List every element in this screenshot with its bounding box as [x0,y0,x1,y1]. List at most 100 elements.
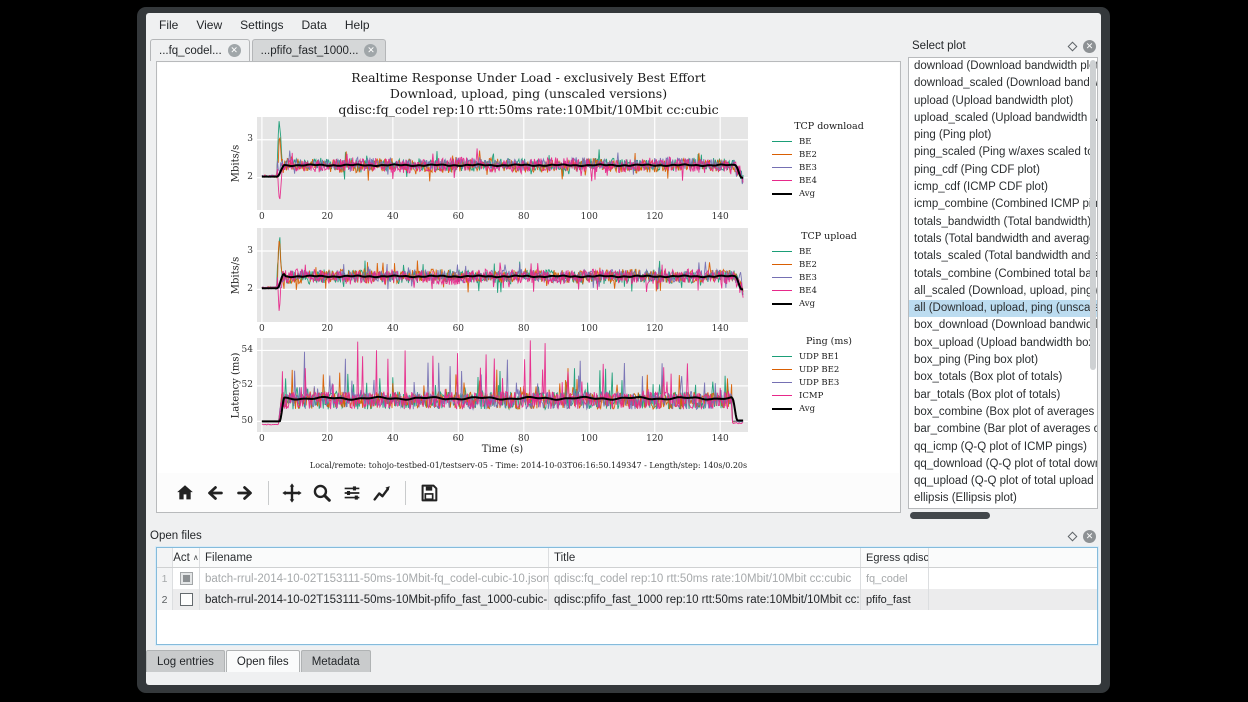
save-button[interactable] [414,478,444,508]
home-icon [174,482,196,504]
x-tick-label: 60 [445,324,471,334]
open-files-table: Act ∧ Filename Title Egress qdisc 1batch… [156,547,1098,645]
legend-entry-avg: Avg [758,297,900,310]
column-header-act[interactable]: Act ∧ [173,548,200,567]
plot-list-item-9[interactable]: totals_bandwidth (Total bandwidth) [909,214,1097,231]
legend-label: BE3 [799,273,817,283]
document-tab-0[interactable]: ...fq_codel...✕ [150,39,250,61]
x-tick-label: 60 [445,212,471,222]
legend-tcp-upload: TCP uploadBEBE2BE3BE4Avg [758,231,900,310]
legend-label: ICMP [799,391,823,401]
zoom-button[interactable] [307,478,337,508]
empty-cell [929,589,1097,610]
egress-qdisc-cell: fq_codel [861,568,929,589]
plot-list-item-15[interactable]: box_download (Download bandwidth box plo… [909,317,1097,334]
close-dock-icon-2[interactable]: ✕ [1083,530,1096,543]
legend-title: Ping (ms) [758,336,900,347]
x-tick-label: 100 [576,434,602,444]
plot-list-item-12[interactable]: totals_combine (Combined total bandwidth… [909,266,1097,283]
axes-tcp-upload[interactable]: 02040608010012014023 [257,228,748,322]
document-tab-label: ...pfifo_fast_1000... [261,45,359,57]
legend-entry-avg: Avg [758,402,900,415]
egress-qdisc-cell: pfifo_fast [861,589,929,610]
menu-item-help[interactable]: Help [336,14,379,36]
close-dock-icon[interactable]: ✕ [1083,40,1096,53]
axes-ping[interactable]: 020406080100120140505254 [257,338,748,432]
figure-subtitle: Download, upload, ping (unscaled version… [158,86,899,101]
plot-list-item-1[interactable]: download_scaled (Download bandwidth w/ax… [909,75,1097,92]
column-header-filename[interactable]: Filename [200,548,549,567]
plot-list-item-0[interactable]: download (Download bandwidth plot) [909,58,1097,75]
bottom-tab-open-files[interactable]: Open files [226,650,300,672]
pan-button[interactable] [277,478,307,508]
plot-list-item-8[interactable]: icmp_combine (Combined ICMP ping plot) [909,196,1097,213]
plot-list-item-18[interactable]: box_totals (Box plot of totals) [909,369,1097,386]
open-files-dock-header: Open files ✕ [150,527,1098,545]
plot-list-item-19[interactable]: bar_totals (Box plot of totals) [909,387,1097,404]
open-files-title: Open files [150,530,202,542]
column-header-empty [929,548,1097,567]
legend-tcp-download: TCP downloadBEBE2BE3BE4Avg [758,121,900,200]
edit-parameters-button[interactable] [367,478,397,508]
legend-label: Avg [799,404,815,414]
document-tab-1[interactable]: ...pfifo_fast_1000... ✕ [252,39,387,61]
bottom-tab-log-entries[interactable]: Log entries [146,650,225,672]
plot-list-item-20[interactable]: box_combine (Box plot of averages of sev… [909,404,1097,421]
plot-list-item-2[interactable]: upload (Upload bandwidth plot) [909,93,1097,110]
legend-entry-be2: BE2 [758,258,900,271]
menu-item-file[interactable]: File [150,14,187,36]
configure-subplots-button[interactable] [337,478,367,508]
forward-icon [234,482,256,504]
legend-title: TCP upload [758,231,900,242]
bottom-tab-metadata[interactable]: Metadata [301,650,371,672]
axes-tcp-download[interactable]: 02040608010012014023 [257,117,748,210]
column-header-title[interactable]: Title [549,548,861,567]
filename-cell: batch-rrul-2014-10-02T153111-50ms-10Mbit… [200,589,549,610]
menu-item-data[interactable]: Data [293,14,336,36]
home-button[interactable] [170,478,200,508]
plot-list-item-11[interactable]: totals_scaled (Total bandwidth and avera… [909,248,1097,265]
select-plot-dock-header: Select plot ✕ [912,37,1098,55]
open-file-row-1[interactable]: 1batch-rrul-2014-10-02T153111-50ms-10Mbi… [157,568,1097,589]
legend-entry-be2: BE2 [758,148,900,161]
app-window: FileViewSettingsDataHelp ...fq_codel...✕… [137,7,1110,693]
float-dock-icon-2[interactable] [1068,531,1078,541]
chart-canvas [257,117,748,210]
plot-list-item-16[interactable]: box_upload (Upload bandwidth box plot) [909,335,1097,352]
tab-close-icon[interactable]: ✕ [364,44,377,57]
horizontal-scrollbar[interactable] [910,512,990,519]
checked-checkbox[interactable] [180,572,193,585]
legend-title: TCP download [758,121,900,132]
plot-list-item-5[interactable]: ping_scaled (Ping w/axes scaled to remov… [909,144,1097,161]
plot-list-item-4[interactable]: ping (Ping plot) [909,127,1097,144]
plot-list-item-10[interactable]: totals (Total bandwidth and average ping… [909,231,1097,248]
forward-button[interactable] [230,478,260,508]
tab-close-icon[interactable]: ✕ [228,44,241,57]
plot-list-item-24[interactable]: qq_upload (Q-Q plot of total upload band… [909,473,1097,490]
chart-canvas [257,338,748,432]
y-tick-label: 3 [231,246,253,256]
plot-list-item-21[interactable]: bar_combine (Bar plot of averages of sev… [909,421,1097,438]
plot-list-item-7[interactable]: icmp_cdf (ICMP CDF plot) [909,179,1097,196]
plot-list-item-6[interactable]: ping_cdf (Ping CDF plot) [909,162,1097,179]
plot-list-item-3[interactable]: upload_scaled (Upload bandwidth w/axes s… [909,110,1097,127]
menu-item-view[interactable]: View [187,14,231,36]
unchecked-checkbox[interactable] [180,593,193,606]
x-tick-label: 140 [707,212,733,222]
float-dock-icon[interactable] [1068,41,1078,51]
plot-list-item-17[interactable]: box_ping (Ping box plot) [909,352,1097,369]
plot-list-item-13[interactable]: all_scaled (Download, upload, ping (scal… [909,283,1097,300]
x-tick-label: 20 [314,324,340,334]
menu-item-settings[interactable]: Settings [231,14,292,36]
chart-canvas [257,228,748,322]
vertical-scrollbar[interactable] [1090,60,1096,370]
window-content: FileViewSettingsDataHelp ...fq_codel...✕… [146,13,1101,685]
plot-list-item-25[interactable]: ellipsis (Ellipsis plot) [909,490,1097,507]
back-button[interactable] [200,478,230,508]
column-header-egress-qdisc[interactable]: Egress qdisc [861,548,929,567]
open-file-row-2[interactable]: 2batch-rrul-2014-10-02T153111-50ms-10Mbi… [157,589,1097,610]
legend-line-swatch [772,369,792,370]
plot-list-item-23[interactable]: qq_download (Q-Q plot of total download … [909,456,1097,473]
plot-list-item-22[interactable]: qq_icmp (Q-Q plot of ICMP pings) [909,439,1097,456]
plot-list-item-14[interactable]: all (Download, upload, ping (unscaled ve… [909,300,1097,317]
